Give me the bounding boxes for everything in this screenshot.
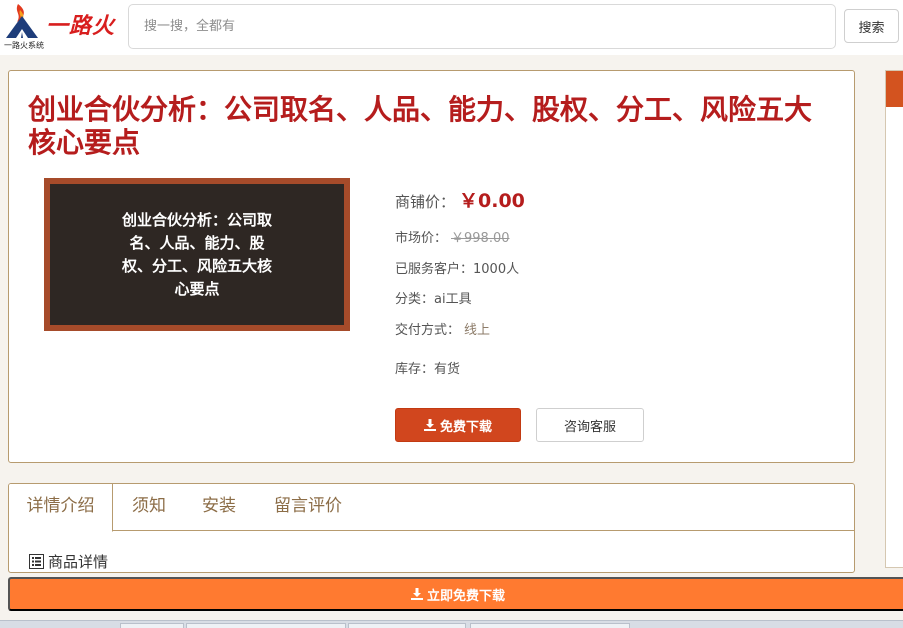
product-details-heading: 商品详情 [29, 551, 108, 572]
tab-install[interactable]: 安装 [185, 484, 253, 531]
search-box [128, 4, 836, 49]
sidebar-panel-header [886, 71, 903, 107]
shop-price-label: 商铺价： [395, 193, 456, 211]
delivery-row: 交付方式： 线上 [395, 319, 490, 338]
free-download-label: 免费下载 [439, 418, 492, 434]
os-taskbar [0, 620, 903, 628]
thumbnail-board: 创业合伙分析：公司取名、人品、能力、股权、分工、风险五大核心要点 [50, 184, 344, 325]
shop-price-row: 商铺价： ￥0.00 [395, 186, 525, 213]
search-input[interactable] [129, 5, 835, 48]
free-download-button[interactable]: 免费下载 [395, 408, 521, 442]
list-icon [29, 554, 44, 569]
download-icon [423, 419, 436, 431]
market-price-row: 市场价： ￥998.00 [395, 227, 510, 246]
site-header: 一路火 一路火系统 搜索 [0, 0, 903, 55]
product-thumbnail[interactable]: 创业合伙分析：公司取名、人品、能力、股权、分工、风险五大核心要点 [44, 178, 350, 331]
delivery-value: 线上 [464, 323, 491, 338]
product-card: 创业合伙分析：公司取名、人品、能力、股权、分工、风险五大核心要点 创业合伙分析：… [8, 70, 855, 463]
tab-reviews[interactable]: 留言评价 [253, 484, 363, 531]
taskbar-item[interactable] [186, 623, 346, 628]
logo-wordmark: 一路火 [46, 13, 116, 39]
customers-served: 已服务客户：1000人 [395, 262, 520, 277]
customer-service-button[interactable]: 咨询客服 [536, 408, 644, 442]
flame-mountain-icon [6, 4, 38, 38]
tab-notice[interactable]: 须知 [113, 484, 185, 531]
search-button[interactable]: 搜索 [844, 9, 899, 43]
download-now-button[interactable]: 立即免费下载 [8, 577, 903, 611]
shop-price-value: ￥0.00 [459, 190, 525, 212]
logo-subtitle: 一路火系统 [4, 41, 44, 50]
sidebar-panel [885, 70, 903, 568]
product-title: 创业合伙分析：公司取名、人品、能力、股权、分工、风险五大核心要点 [28, 93, 813, 159]
site-logo[interactable]: 一路火 一路火系统 [4, 2, 120, 50]
detail-tabs-card: 详情介绍 须知 安装 留言评价 商品详情 [8, 483, 855, 573]
product-details-label: 商品详情 [48, 553, 109, 571]
thumbnail-caption: 创业合伙分析：公司取名、人品、能力、股权、分工、风险五大核心要点 [122, 210, 273, 298]
tab-details[interactable]: 详情介绍 [9, 484, 113, 532]
delivery-label: 交付方式： [395, 323, 461, 338]
product-category: 分类：ai工具 [395, 292, 472, 307]
taskbar-item[interactable] [348, 623, 466, 628]
market-price-label: 市场价： [395, 231, 448, 246]
market-price-value: ￥998.00 [451, 231, 510, 246]
download-icon [410, 588, 423, 600]
download-now-label: 立即免费下载 [426, 587, 505, 603]
taskbar-item[interactable] [120, 623, 184, 628]
tab-bar: 详情介绍 须知 安装 留言评价 [9, 484, 854, 532]
stock-status: 库存：有货 [395, 362, 461, 377]
taskbar-item[interactable] [470, 623, 630, 628]
